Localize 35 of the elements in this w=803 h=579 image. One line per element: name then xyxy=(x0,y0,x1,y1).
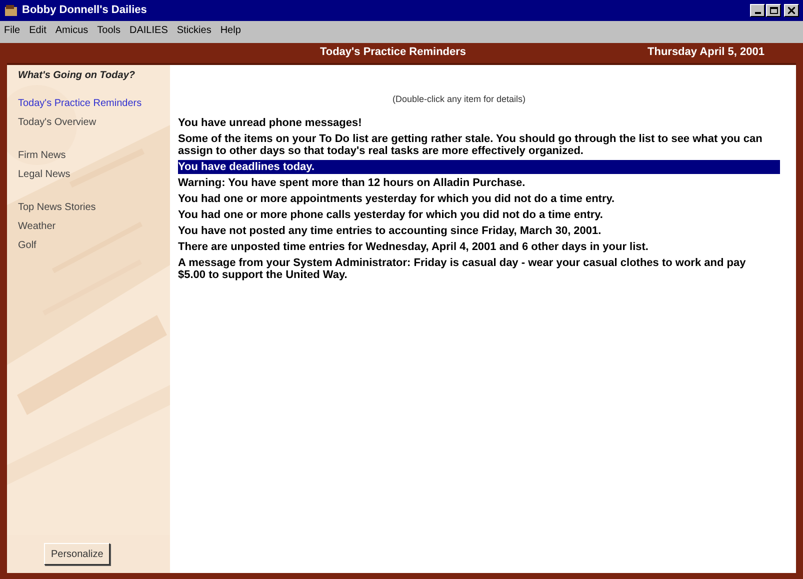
sidebar-link[interactable]: Weather xyxy=(18,219,159,234)
header-date: Thursday April 5, 2001 xyxy=(646,44,766,60)
reminder-item[interactable]: You have not posted any time entries to accounting since Friday, March 30, 2001. xyxy=(178,224,780,238)
personalize-button[interactable]: Personalize xyxy=(44,543,110,565)
sidebar-link[interactable]: Today's Overview xyxy=(18,115,159,130)
sidebar-heading: What's Going on Today? xyxy=(18,69,136,83)
minimize-button[interactable] xyxy=(750,4,765,17)
reminder-item[interactable]: You had one or more appointments yesterday for which you did not do a time entry. xyxy=(178,192,780,206)
header-title: Today's Practice Reminders xyxy=(318,44,468,60)
menu-item[interactable]: File xyxy=(4,22,20,38)
sidebar-link[interactable]: Golf xyxy=(18,238,159,253)
reminder-item[interactable]: Warning: You have spent more than 12 hours on Alladin Purchase. xyxy=(178,176,780,190)
reminder-item[interactable]: There are unposted time entries for Wednesday, April 4, 2001 and 6 other days in your list. xyxy=(178,240,780,254)
sidebar-link[interactable]: Legal News xyxy=(18,167,159,182)
menu-item[interactable]: Tools xyxy=(97,22,121,38)
menu-item[interactable]: DAILIES xyxy=(130,22,168,38)
menu-item[interactable]: Edit xyxy=(29,22,46,38)
reminder-item[interactable]: You had one or more phone calls yesterday for which you did not do a time entry. xyxy=(178,208,780,222)
menu-item[interactable]: Help xyxy=(220,22,241,38)
reminder-item[interactable]: You have unread phone messages! xyxy=(178,116,780,130)
close-icon xyxy=(788,7,795,14)
sidebar-link[interactable]: Top News Stories xyxy=(18,200,159,215)
reminder-item[interactable]: A message from your System Administrator: Friday is casual day - wear your casual clothes to work and pay $5.00 to support the United Way. xyxy=(178,256,780,282)
maximize-icon xyxy=(770,7,778,14)
menu-item[interactable]: Amicus xyxy=(55,22,88,38)
sidebar-link[interactable]: Today's Practice Reminders xyxy=(18,96,159,111)
close-button[interactable] xyxy=(784,4,799,17)
reminder-item[interactable]: Some of the items on your To Do list are getting rather stale. You should go through the list to see what you can assign to other days so that today's real tasks are more effectively organized. xyxy=(178,132,780,158)
window-title: Bobby Donnell's Dailies xyxy=(22,3,148,18)
minimize-icon xyxy=(754,12,760,14)
sidebar-link[interactable]: Firm News xyxy=(18,148,159,163)
app-icon xyxy=(4,4,18,18)
menu-item[interactable]: Stickies xyxy=(176,22,212,38)
reminder-item[interactable]: You have deadlines today. xyxy=(178,160,780,174)
maximize-button[interactable] xyxy=(766,4,781,17)
